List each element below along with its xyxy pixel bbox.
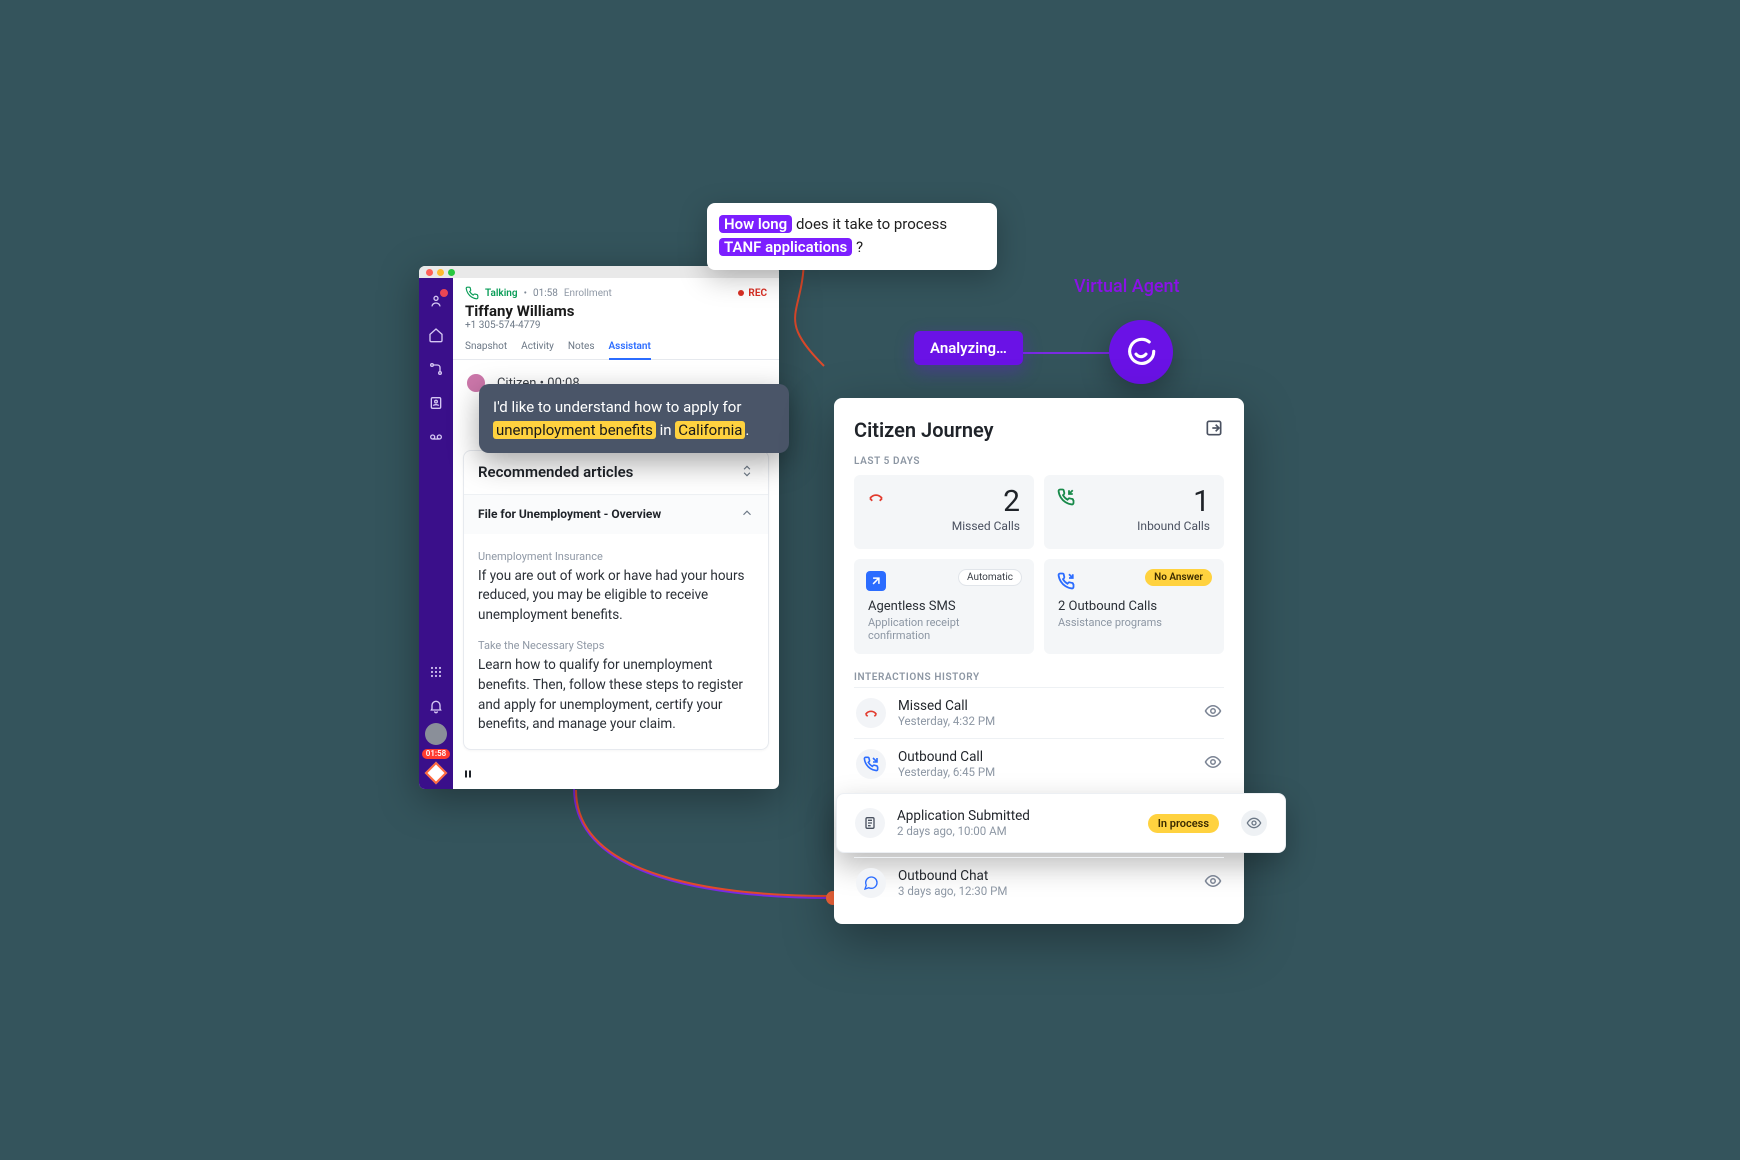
card-badge: Automatic <box>958 569 1022 586</box>
outbound-call-icon <box>856 749 886 779</box>
history-row-highlight[interactable]: Application Submitted 2 days ago, 10:00 … <box>836 793 1286 853</box>
utterance-text: . <box>745 421 749 439</box>
row-title: Application Submitted <box>897 808 1030 824</box>
question-bubble: How long does it take to process TANF ap… <box>707 203 997 270</box>
sidebar-apps-icon[interactable] <box>425 661 447 683</box>
status-pill: In process <box>1148 814 1219 833</box>
rec-indicator: REC <box>738 288 767 299</box>
row-time: Yesterday, 4:32 PM <box>898 714 995 728</box>
row-title: Outbound Chat <box>898 868 1007 884</box>
recommended-item[interactable]: File for Unemployment - Overview <box>464 494 768 534</box>
card-title: Agentless SMS <box>868 599 1020 614</box>
window-close-dot[interactable] <box>426 269 433 276</box>
history-row[interactable]: Outbound Call Yesterday, 6:45 PM <box>854 738 1224 789</box>
recommended-item-title: File for Unemployment - Overview <box>478 507 661 521</box>
row-title: Missed Call <box>898 698 995 714</box>
analyzing-pill: Analyzing… <box>914 331 1023 365</box>
recommended-heading: Recommended articles <box>478 463 633 481</box>
recommended-card: Recommended articles File for Unemployme… <box>463 450 769 750</box>
eye-icon[interactable] <box>1204 872 1222 894</box>
row-time: Yesterday, 6:45 PM <box>898 765 995 779</box>
section-copy: Learn how to qualify for unemployment be… <box>478 656 754 734</box>
pause-button[interactable] <box>453 759 483 789</box>
question-highlight: TANF applications <box>719 238 852 256</box>
card-agentless-sms[interactable]: Automatic Agentless SMS Application rece… <box>854 559 1034 654</box>
row-title: Outbound Call <box>898 749 995 765</box>
window-min-dot[interactable] <box>437 269 444 276</box>
tab-snapshot[interactable]: Snapshot <box>465 341 507 359</box>
sidebar-agent-icon[interactable] <box>425 290 447 312</box>
tabs: Snapshot Activity Notes Assistant <box>453 333 779 360</box>
history-row[interactable]: Missed Call Yesterday, 4:32 PM <box>854 687 1224 738</box>
sidebar-flow-icon[interactable] <box>425 358 447 380</box>
recommended-header[interactable]: Recommended articles <box>464 451 768 494</box>
section-eyebrow: Unemployment Insurance <box>478 550 754 563</box>
contact-phone: +1 305-574-4779 <box>465 320 767 331</box>
journey-panel: Citizen Journey LAST 5 DAYS 2 Missed Cal… <box>834 398 1244 924</box>
card-value: 2 <box>868 487 1020 517</box>
sidebar-voicemail-icon[interactable] <box>425 426 447 448</box>
virtual-agent-label: Virtual Agent <box>1074 276 1180 297</box>
tab-notes[interactable]: Notes <box>568 341 595 359</box>
call-header: Talking • 01:58 Enrollment REC Tiffany W… <box>453 278 779 333</box>
call-state: Talking <box>485 288 518 299</box>
sidebar-avatar[interactable] <box>425 723 447 745</box>
call-state-sep: • <box>524 288 527 299</box>
agent-sidebar: 01:58 <box>419 278 453 789</box>
call-context: Enrollment <box>564 288 612 299</box>
missed-call-icon <box>866 487 886 507</box>
card-label: Missed Calls <box>868 519 1020 533</box>
utterance-text: in <box>656 421 675 439</box>
row-time: 3 days ago, 12:30 PM <box>898 884 1007 898</box>
missed-call-icon <box>856 698 886 728</box>
card-label: Inbound Calls <box>1058 519 1210 533</box>
eye-icon[interactable] <box>1204 702 1222 724</box>
chat-icon <box>856 868 886 898</box>
agent-panel: 01:58 Talking • 01:58 Enrollment REC Tif… <box>419 266 779 789</box>
chevron-up-icon <box>740 505 754 524</box>
outbound-call-icon <box>1056 571 1076 591</box>
eye-icon[interactable] <box>1204 753 1222 775</box>
question-text: ? <box>852 238 863 256</box>
row-time: 2 days ago, 10:00 AM <box>897 824 1030 838</box>
card-title: 2 Outbound Calls <box>1058 599 1210 614</box>
card-badge: No Answer <box>1145 569 1212 586</box>
document-icon <box>855 808 885 838</box>
utterance-highlight: California <box>675 421 745 439</box>
journey-range-label: LAST 5 DAYS <box>854 456 1224 467</box>
sidebar-home-icon[interactable] <box>425 324 447 346</box>
virtual-agent-icon[interactable] <box>1109 320 1173 384</box>
tab-assistant[interactable]: Assistant <box>609 341 651 360</box>
utterance-text: I'd like to understand how to apply for <box>493 398 741 416</box>
history-label: INTERACTIONS HISTORY <box>854 672 1224 683</box>
window-max-dot[interactable] <box>448 269 455 276</box>
expand-icon[interactable] <box>1204 418 1224 442</box>
utterance-bubble: I'd like to understand how to apply for … <box>479 384 789 453</box>
sidebar-diamond-icon[interactable] <box>425 762 448 785</box>
journey-title: Citizen Journey <box>854 418 994 442</box>
utterance-highlight: unemployment benefits <box>493 421 656 439</box>
sidebar-bell-icon[interactable] <box>425 695 447 717</box>
section-eyebrow: Take the Necessary Steps <box>478 639 754 652</box>
sidebar-timer: 01:58 <box>422 749 450 759</box>
card-sub: Application receipt confirmation <box>868 616 1020 642</box>
history-row[interactable]: Outbound Chat 3 days ago, 12:30 PM <box>854 857 1224 908</box>
card-missed-calls[interactable]: 2 Missed Calls <box>854 475 1034 549</box>
question-text: does it take to process <box>792 215 947 233</box>
sms-icon <box>866 571 886 591</box>
collapse-icon[interactable] <box>740 463 754 482</box>
contact-name: Tiffany Williams <box>465 302 767 320</box>
card-sub: Assistance programs <box>1058 616 1210 629</box>
call-duration: 01:58 <box>533 288 558 299</box>
eye-icon[interactable] <box>1241 810 1267 836</box>
section-copy: If you are out of work or have had your … <box>478 567 754 626</box>
tab-activity[interactable]: Activity <box>521 341 554 359</box>
inbound-call-icon <box>1056 487 1076 507</box>
card-inbound-calls[interactable]: 1 Inbound Calls <box>1044 475 1224 549</box>
card-value: 1 <box>1058 487 1210 517</box>
sidebar-contacts-icon[interactable] <box>425 392 447 414</box>
card-outbound-calls[interactable]: No Answer 2 Outbound Calls Assistance pr… <box>1044 559 1224 654</box>
question-highlight: How long <box>719 215 792 233</box>
